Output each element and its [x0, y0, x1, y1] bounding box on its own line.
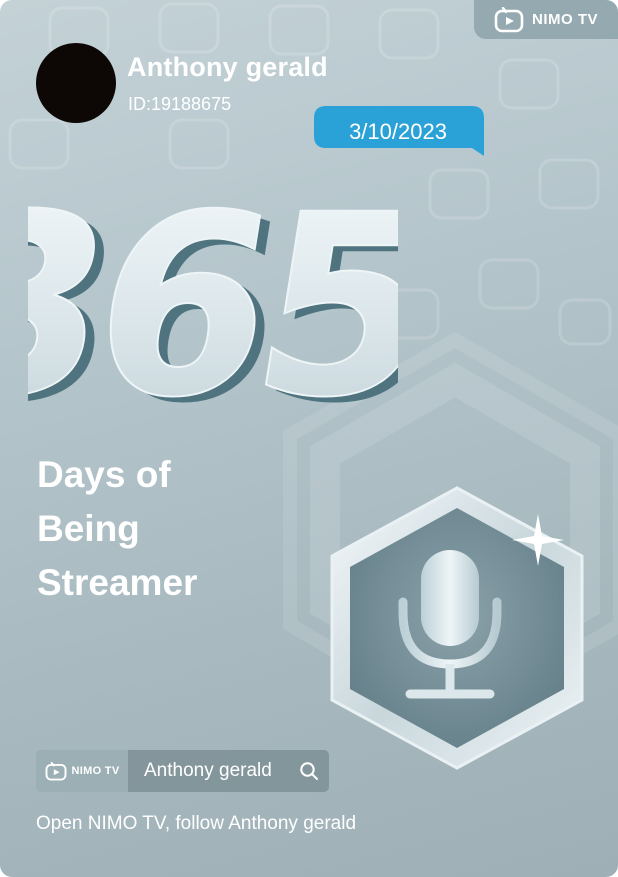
nimo-tv-logo-icon [494, 6, 524, 32]
search-brand-name: NIMO TV [71, 765, 120, 777]
search-icon[interactable] [289, 750, 329, 792]
avatar[interactable] [36, 43, 116, 123]
tagline: Days of Being Streamer [37, 448, 317, 610]
day-count: 365 365 [28, 168, 398, 418]
date-text: 3/10/2023 [349, 119, 447, 144]
nimo-tv-logo-icon [45, 761, 66, 780]
user-id: ID:19188675 [128, 94, 232, 114]
brand-header: NIMO TV [474, 0, 618, 39]
day-count-number: 365 [28, 168, 398, 418]
microphone-badge [330, 486, 584, 770]
tagline-line-3: Streamer [37, 562, 198, 603]
search-query[interactable]: Anthony gerald [128, 750, 289, 792]
share-card: NIMO TV Anthony gerald ID:19188675 3/10/… [0, 0, 618, 877]
tagline-line-2: Being [37, 508, 140, 549]
search-brand: NIMO TV [36, 750, 128, 792]
user-name: Anthony gerald [127, 52, 328, 82]
date-bubble: 3/10/2023 [312, 106, 484, 160]
tagline-line-1: Days of [37, 454, 171, 495]
footer-text: Open NIMO TV, follow Anthony gerald [36, 813, 357, 834]
search-bar[interactable]: NIMO TV Anthony gerald [36, 750, 329, 792]
brand-name: NIMO TV [532, 11, 598, 28]
